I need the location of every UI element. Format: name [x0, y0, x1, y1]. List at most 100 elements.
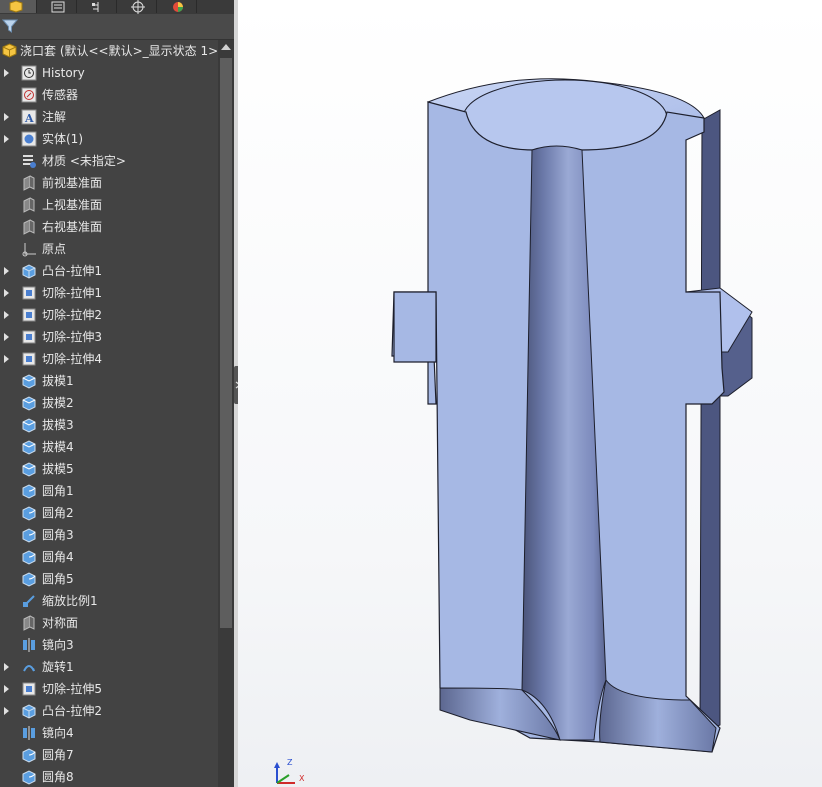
expand-arrow-icon[interactable] — [4, 113, 9, 121]
tree-item-label: 圆角4 — [42, 550, 74, 564]
expand-arrow-icon[interactable] — [4, 267, 9, 275]
tree-item[interactable]: 凸台-拉伸2 — [0, 700, 218, 722]
tree-item-label: 圆角7 — [42, 748, 74, 762]
expand-arrow-icon[interactable] — [4, 135, 9, 143]
tree-item[interactable]: History — [0, 62, 218, 84]
part-icon — [9, 0, 23, 13]
origin-icon — [22, 243, 36, 257]
filter-icon[interactable] — [2, 18, 18, 34]
tree-item-label: 切除-拉伸5 — [42, 682, 102, 696]
dimxpert-tab[interactable] — [120, 0, 157, 14]
display-manager-tab[interactable] — [160, 0, 197, 13]
tree-item[interactable]: 圆角7 — [0, 744, 218, 766]
tree-item-label: 对称面 — [42, 616, 79, 630]
scroll-thumb[interactable] — [220, 58, 232, 628]
tree-item-label: 凸台-拉伸2 — [42, 704, 102, 718]
expand-arrow-icon[interactable] — [4, 663, 9, 671]
tree-item[interactable]: 上视基准面 — [0, 194, 218, 216]
cut-icon — [22, 308, 36, 322]
tree-scrollbar[interactable] — [218, 40, 234, 787]
tree-item[interactable]: 镜向3 — [0, 634, 218, 656]
tree-item[interactable]: 凸台-拉伸1 — [0, 260, 218, 282]
fillet-icon — [22, 550, 36, 565]
property-manager-tab[interactable] — [40, 0, 77, 13]
mirror-icon — [23, 638, 35, 652]
tree-item[interactable]: 切除-拉伸3 — [0, 326, 218, 348]
tree-item[interactable]: 旋转1 — [0, 656, 218, 678]
expand-arrow-icon[interactable] — [4, 355, 9, 363]
plane-icon — [23, 219, 35, 235]
left-flange — [393, 291, 437, 363]
tree-item[interactable]: 镜向4 — [0, 722, 218, 744]
part-model[interactable] — [238, 0, 822, 787]
tree-item[interactable]: 前视基准面 — [0, 172, 218, 194]
tree-item-label: 镜向4 — [42, 726, 74, 740]
tree-item[interactable]: 实体(1) — [0, 128, 218, 150]
fillet-icon — [22, 572, 36, 587]
tree-item[interactable]: 切除-拉伸5 — [0, 678, 218, 700]
graphics-area[interactable]: Z X — [238, 0, 822, 787]
feature-manager-tab[interactable] — [0, 0, 37, 13]
tree-item-label: 圆角5 — [42, 572, 74, 586]
tree-item-label: 传感器 — [42, 88, 79, 102]
expand-arrow-icon[interactable] — [4, 707, 9, 715]
expand-arrow-icon[interactable] — [4, 69, 9, 77]
material-icon — [23, 155, 36, 168]
tree-item[interactable]: 传感器 — [0, 84, 218, 106]
pie-icon — [173, 2, 183, 12]
manager-tabs — [0, 0, 234, 14]
tree-item[interactable]: 切除-拉伸4 — [0, 348, 218, 370]
configuration-manager-tab[interactable] — [80, 0, 117, 13]
tree-item[interactable]: 圆角8 — [0, 766, 218, 787]
tree-item[interactable]: A 注解 — [0, 106, 218, 128]
tree-item[interactable]: 圆角4 — [0, 546, 218, 568]
cut-icon — [22, 286, 36, 300]
fillet-icon — [22, 506, 36, 521]
tree-item-label: 缩放比例1 — [42, 594, 98, 608]
tree-item[interactable]: 缩放比例1 — [0, 590, 218, 612]
revolve-icon — [23, 665, 35, 672]
tree-item-label: 实体(1) — [42, 132, 83, 146]
part-icon — [2, 43, 17, 58]
triad-z-label: Z — [287, 758, 293, 767]
expand-arrow-icon[interactable] — [4, 311, 9, 319]
tree-item[interactable]: 圆角1 — [0, 480, 218, 502]
tree-item-label: 上视基准面 — [42, 198, 103, 212]
tree-item[interactable]: 圆角2 — [0, 502, 218, 524]
tree-item[interactable]: 对称面 — [0, 612, 218, 634]
tree-item[interactable]: 拔模1 — [0, 370, 218, 392]
tree-item-label: 前视基准面 — [42, 176, 103, 190]
coordinate-triad-icon: Z X — [274, 758, 305, 784]
list-icon — [51, 1, 65, 13]
tree-item[interactable]: 拔模5 — [0, 458, 218, 480]
tree-item[interactable]: 右视基准面 — [0, 216, 218, 238]
tree-item-label: 拔模3 — [42, 418, 74, 432]
expand-arrow-icon[interactable] — [4, 289, 9, 297]
filter-bar — [0, 14, 234, 40]
tree-item-label: 原点 — [42, 242, 67, 256]
tree-root[interactable]: 浇口套 (默认<<默认>_显示状态 1> — [0, 40, 218, 62]
tree-item-label: 拔模4 — [42, 440, 74, 454]
expand-arrow-icon[interactable] — [4, 333, 9, 341]
tree-item[interactable]: 切除-拉伸2 — [0, 304, 218, 326]
solid-body-icon — [21, 131, 37, 147]
annotation-icon: A — [21, 109, 37, 125]
tree-item[interactable]: 拔模2 — [0, 392, 218, 414]
tree-item[interactable]: 切除-拉伸1 — [0, 282, 218, 304]
tree-item[interactable]: 拔模3 — [0, 414, 218, 436]
tree-item-label: 材质 <未指定> — [42, 154, 126, 168]
tree-item-label: 拔模2 — [42, 396, 74, 410]
draft-icon — [22, 440, 36, 455]
config-icon — [92, 2, 99, 12]
tree-item[interactable]: 原点 — [0, 238, 218, 260]
target-icon — [131, 0, 145, 14]
tree-item[interactable]: 圆角3 — [0, 524, 218, 546]
tree-item[interactable]: 拔模4 — [0, 436, 218, 458]
draft-icon — [22, 396, 36, 411]
draft-icon — [22, 462, 36, 477]
tree-item[interactable]: 材质 <未指定> — [0, 150, 218, 172]
expand-arrow-icon[interactable] — [4, 685, 9, 693]
scroll-up-arrow[interactable] — [221, 44, 231, 50]
boss-icon — [22, 704, 36, 719]
tree-item[interactable]: 圆角5 — [0, 568, 218, 590]
